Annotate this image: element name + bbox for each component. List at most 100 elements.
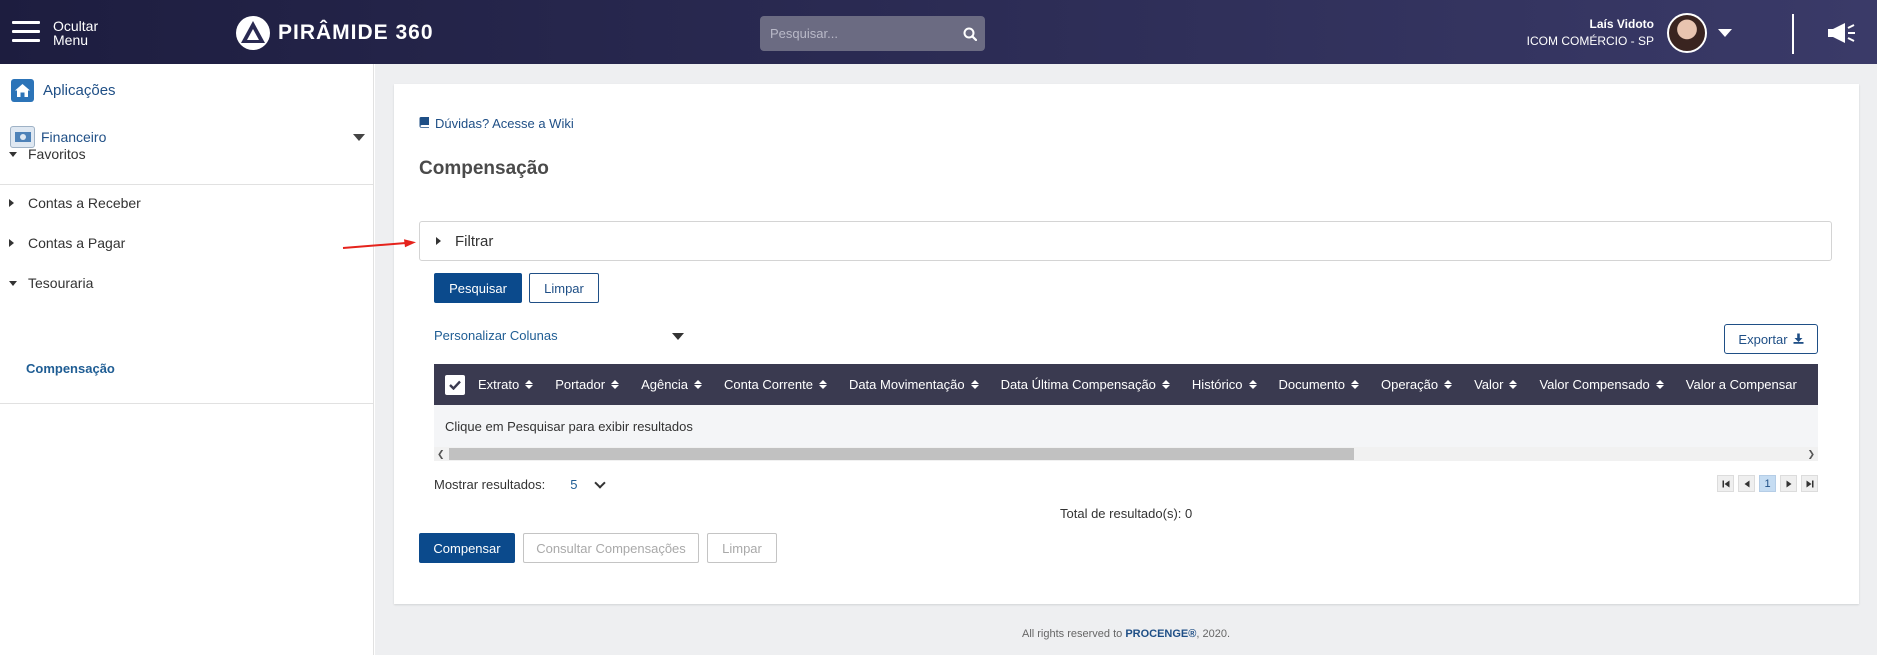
sidebar-divider [0,403,373,404]
chevron-down-icon[interactable] [353,134,365,141]
sidebar-item-favoritos[interactable]: Favoritos [9,146,86,162]
footer-year: , 2020. [1196,628,1231,640]
book-icon [419,116,430,131]
search-button[interactable]: Pesquisar [434,273,522,303]
scroll-left-icon[interactable]: ❮ [437,449,445,460]
footer-brand-link[interactable]: PROCENGE® [1125,628,1196,640]
sidebar-item-label: Favoritos [28,146,86,162]
wiki-link[interactable]: Dúvidas? Acesse a Wiki [419,116,574,131]
sort-icon [818,380,827,389]
previous-page-icon[interactable] [1738,475,1755,492]
user-menu-caret-icon[interactable] [1718,29,1732,37]
hamburger-menu-icon[interactable] [12,21,40,43]
user-info[interactable]: Laís Vidoto ICOM COMÉRCIO - SP [1527,16,1654,50]
column-header-valor-compensado[interactable]: Valor Compensado [1539,377,1664,392]
collapsed-caret-icon [9,199,19,207]
total-results: Total de resultado(s): 0 [1060,506,1193,521]
expanded-caret-icon [9,280,19,286]
clear-compensation-button[interactable]: Limpar [707,533,777,563]
consult-compensations-button[interactable]: Consultar Compensações [523,533,699,563]
sort-icon [1655,380,1664,389]
content-card [394,84,1859,604]
customize-columns-select[interactable]: Personalizar Colunas [434,328,684,343]
sidebar-item-label: Tesouraria [28,275,94,291]
search-icon[interactable] [955,16,985,51]
sort-icon [525,380,534,389]
megaphone-icon[interactable] [1826,20,1856,51]
sidebar-item-label: Contas a Receber [28,195,141,211]
sidebar-item-contas-pagar[interactable]: Contas a Pagar [9,235,125,251]
column-header-operacao[interactable]: Operação [1381,377,1453,392]
footer-text: All rights reserved to [1021,628,1126,640]
sort-icon [970,380,979,389]
wiki-link-label: Dúvidas? Acesse a Wiki [435,116,574,131]
footer: All rights reserved to PROCENGE®, 2020. [0,628,1877,640]
sidebar-applications[interactable]: Aplicações [11,79,116,102]
horizontal-scrollbar[interactable]: ❮ ❯ [434,447,1818,461]
finance-icon [10,126,35,148]
hide-menu-button[interactable]: Ocultar Menu [53,19,98,47]
column-header-documento[interactable]: Documento [1279,377,1359,392]
filter-label: Filtrar [455,232,494,250]
sort-icon [611,380,620,389]
select-all-checkbox[interactable] [445,374,465,395]
sort-icon [1248,380,1257,389]
search-input[interactable] [760,26,955,41]
app-logo[interactable]: PIRÂMIDE 360 [236,16,434,50]
sidebar-item-contas-receber[interactable]: Contas a Receber [9,195,141,211]
clear-button[interactable]: Limpar [529,273,599,303]
filter-toggle[interactable]: Filtrar [419,221,1832,261]
pyramid-logo-icon [236,16,270,50]
chevron-down-icon [593,476,606,489]
column-header-data-ultima-compensacao[interactable]: Data Última Compensação [1001,377,1170,392]
export-button[interactable]: Exportar [1724,324,1818,354]
results-table: Extrato Portador Agência Conta Corrente … [434,364,1818,462]
sidebar-item-label: Contas a Pagar [28,235,126,251]
next-page-icon[interactable] [1780,475,1797,492]
table-header: Extrato Portador Agência Conta Corrente … [434,364,1818,405]
compensate-button[interactable]: Compensar [419,533,515,563]
sidebar-subitem-compensacao[interactable]: Compensação [26,361,115,376]
show-results-label: Mostrar resultados: [434,477,546,492]
user-avatar[interactable] [1667,13,1707,53]
module-selector-financeiro[interactable]: Financeiro [10,126,365,148]
page-title: Compensação [419,158,549,179]
sort-icon [1350,380,1359,389]
column-header-valor-a-compensar[interactable]: Valor a Compensar [1686,377,1797,392]
empty-results-row: Clique em Pesquisar para exibir resultad… [434,405,1818,447]
sort-icon [1444,380,1453,389]
column-header-valor[interactable]: Valor [1474,377,1518,392]
home-icon [11,79,34,102]
page-size-select[interactable]: 5 [570,476,606,492]
first-page-icon[interactable] [1717,475,1734,492]
empty-results-message: Clique em Pesquisar para exibir resultad… [445,418,693,434]
sort-icon [694,380,703,389]
customize-columns-label: Personalizar Colunas [434,328,558,343]
column-header-agencia[interactable]: Agência [641,377,703,392]
column-header-extrato[interactable]: Extrato [478,377,534,392]
column-header-historico[interactable]: Histórico [1192,377,1257,392]
column-header-conta-corrente[interactable]: Conta Corrente [724,377,827,392]
column-header-portador[interactable]: Portador [555,377,620,392]
company-name: ICOM COMÉRCIO - SP [1526,34,1654,48]
applications-label: Aplicações [43,82,116,99]
column-header-data-movimentacao[interactable]: Data Movimentação [849,377,979,392]
download-icon [1793,332,1804,347]
logo-text: PIRÂMIDE 360 [278,21,434,44]
header-divider [1792,14,1794,54]
user-name: Laís Vidoto [1589,17,1654,31]
scrollbar-thumb[interactable] [449,448,1354,460]
red-arrow-annotation [342,238,417,256]
last-page-icon[interactable] [1801,475,1818,492]
page-number-button[interactable]: 1 [1759,475,1776,492]
sort-icon [1509,380,1518,389]
sidebar-item-tesouraria[interactable]: Tesouraria [9,275,93,291]
chevron-down-icon [672,333,684,340]
sort-icon [1161,380,1170,389]
page-size-value: 5 [570,477,578,492]
sidebar-divider [0,184,373,185]
module-label: Financeiro [41,129,107,145]
collapsed-caret-icon [436,237,441,245]
scroll-right-icon[interactable]: ❯ [1807,449,1815,460]
export-label: Exportar [1738,331,1788,347]
